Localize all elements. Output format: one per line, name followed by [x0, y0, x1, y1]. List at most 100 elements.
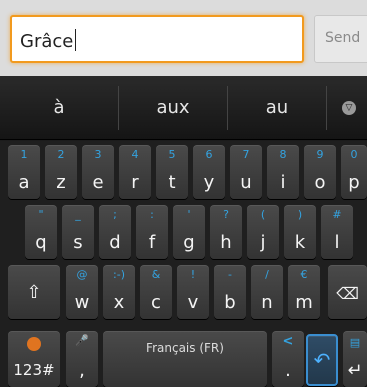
key-label: d	[109, 232, 121, 253]
key-a[interactable]: 1a	[8, 145, 40, 199]
message-input-value: Grâce	[20, 29, 77, 52]
undo-key[interactable]: ↶	[306, 334, 338, 386]
key-label: q	[35, 232, 47, 253]
mic-icon: 🎤	[75, 334, 89, 347]
send-button[interactable]: Send	[314, 15, 367, 63]
key-d[interactable]: ; d	[99, 205, 131, 259]
key-hint: /	[265, 268, 269, 281]
key-hint: :-)	[113, 268, 125, 281]
settings-icon	[8, 337, 60, 354]
key-label: t	[168, 172, 176, 193]
key-hint: "	[38, 208, 44, 221]
enter-icon: ↵	[347, 360, 363, 381]
key-l[interactable]: # l	[321, 205, 353, 259]
symbols-label: 123#	[13, 361, 55, 379]
space-key[interactable]: Français (FR)	[103, 331, 267, 387]
share-icon: <	[282, 334, 294, 349]
key-label: a	[18, 172, 30, 193]
key-label: j	[260, 232, 266, 253]
key-hint: #	[332, 208, 342, 221]
key-label: c	[151, 292, 161, 313]
key-label: b	[224, 292, 236, 313]
key-hint: 8	[279, 148, 287, 161]
suggestion-1[interactable]: à	[0, 76, 118, 140]
key-p[interactable]: 0p	[341, 145, 367, 199]
key-n[interactable]: / n	[251, 265, 283, 319]
symbols-key[interactable]: 123#	[8, 331, 60, 387]
key-f[interactable]: :f	[136, 205, 168, 259]
key-hint: _	[75, 208, 81, 221]
key-s[interactable]: _ s	[62, 205, 94, 259]
key-hint: :	[150, 208, 154, 221]
key-label: f	[148, 232, 156, 253]
suggestion-3[interactable]: au	[228, 76, 326, 140]
key-u[interactable]: 7u	[230, 145, 262, 199]
key-w[interactable]: @ w	[66, 265, 98, 319]
comma-key[interactable]: 🎤 ,	[66, 331, 98, 387]
key-hint: 9	[316, 148, 324, 161]
key-b[interactable]: -b	[214, 265, 246, 319]
key-hint: ;	[113, 208, 117, 221]
suggestion-2[interactable]: aux	[119, 76, 227, 140]
key-hint: ?	[223, 208, 229, 221]
key-label: w	[74, 292, 90, 313]
key-label: v	[187, 292, 199, 313]
key-label: o	[314, 172, 326, 193]
shift-icon: ⇧	[26, 282, 42, 303]
key-label: m	[295, 292, 313, 313]
key-hint: (	[260, 208, 266, 221]
key-q[interactable]: " q	[25, 205, 57, 259]
key-x[interactable]: :-) x	[103, 265, 135, 319]
soft-keyboard: 1a 2z 3e 4r 5t 6y 7u 8i 9o 0p " q _ s ; d :…	[0, 141, 367, 387]
key-label: x	[113, 292, 125, 313]
key-g[interactable]: ' g	[173, 205, 205, 259]
key-hint: 7	[242, 148, 250, 161]
key-hint: '	[187, 208, 191, 221]
key-hint: 4	[131, 148, 139, 161]
key-hint: 5	[168, 148, 176, 161]
expand-suggestions-icon[interactable]: ▽	[342, 101, 356, 115]
key-label: h	[220, 232, 232, 253]
keyboard-icon: ▤	[349, 336, 361, 349]
key-hint: @	[76, 268, 88, 281]
key-v[interactable]: ! v	[177, 265, 209, 319]
key-label: z	[56, 172, 66, 193]
period-label: .	[285, 360, 291, 381]
key-y[interactable]: 6y	[193, 145, 225, 199]
key-hint: 6	[205, 148, 213, 161]
key-hint: &	[151, 268, 161, 281]
comma-label: ,	[79, 360, 85, 381]
key-o[interactable]: 9o	[304, 145, 336, 199]
key-hint: -	[228, 268, 232, 281]
key-hint: 1	[20, 148, 28, 161]
key-label: s	[73, 232, 83, 253]
key-r[interactable]: 4r	[119, 145, 151, 199]
key-label: n	[261, 292, 273, 313]
suggestion-strip: à aux au ▽	[0, 76, 367, 140]
enter-key[interactable]: ▤ ↵	[343, 331, 367, 387]
key-label: r	[131, 172, 139, 193]
key-h[interactable]: ? h	[210, 205, 242, 259]
key-i[interactable]: 8i	[267, 145, 299, 199]
key-label: y	[203, 172, 215, 193]
key-label: u	[240, 172, 252, 193]
key-m[interactable]: € m	[288, 265, 320, 319]
backspace-key[interactable]: ⌫	[328, 265, 367, 319]
key-hint: )	[297, 208, 303, 221]
key-hint: 2	[57, 148, 65, 161]
message-input[interactable]: Grâce	[10, 15, 304, 63]
key-e[interactable]: 3e	[82, 145, 114, 199]
key-j[interactable]: (j	[247, 205, 279, 259]
key-hint: !	[190, 268, 196, 281]
key-k[interactable]: ) k	[284, 205, 316, 259]
shift-key[interactable]: ⇧	[8, 265, 60, 319]
key-z[interactable]: 2z	[45, 145, 77, 199]
backspace-icon: ⌫	[336, 284, 359, 303]
space-language-label: Français (FR)	[146, 341, 224, 355]
key-label: k	[294, 232, 306, 253]
key-label: g	[183, 232, 195, 253]
period-key[interactable]: < .	[272, 331, 304, 387]
key-t[interactable]: 5t	[156, 145, 188, 199]
key-label: l	[334, 232, 340, 253]
key-c[interactable]: & c	[140, 265, 172, 319]
